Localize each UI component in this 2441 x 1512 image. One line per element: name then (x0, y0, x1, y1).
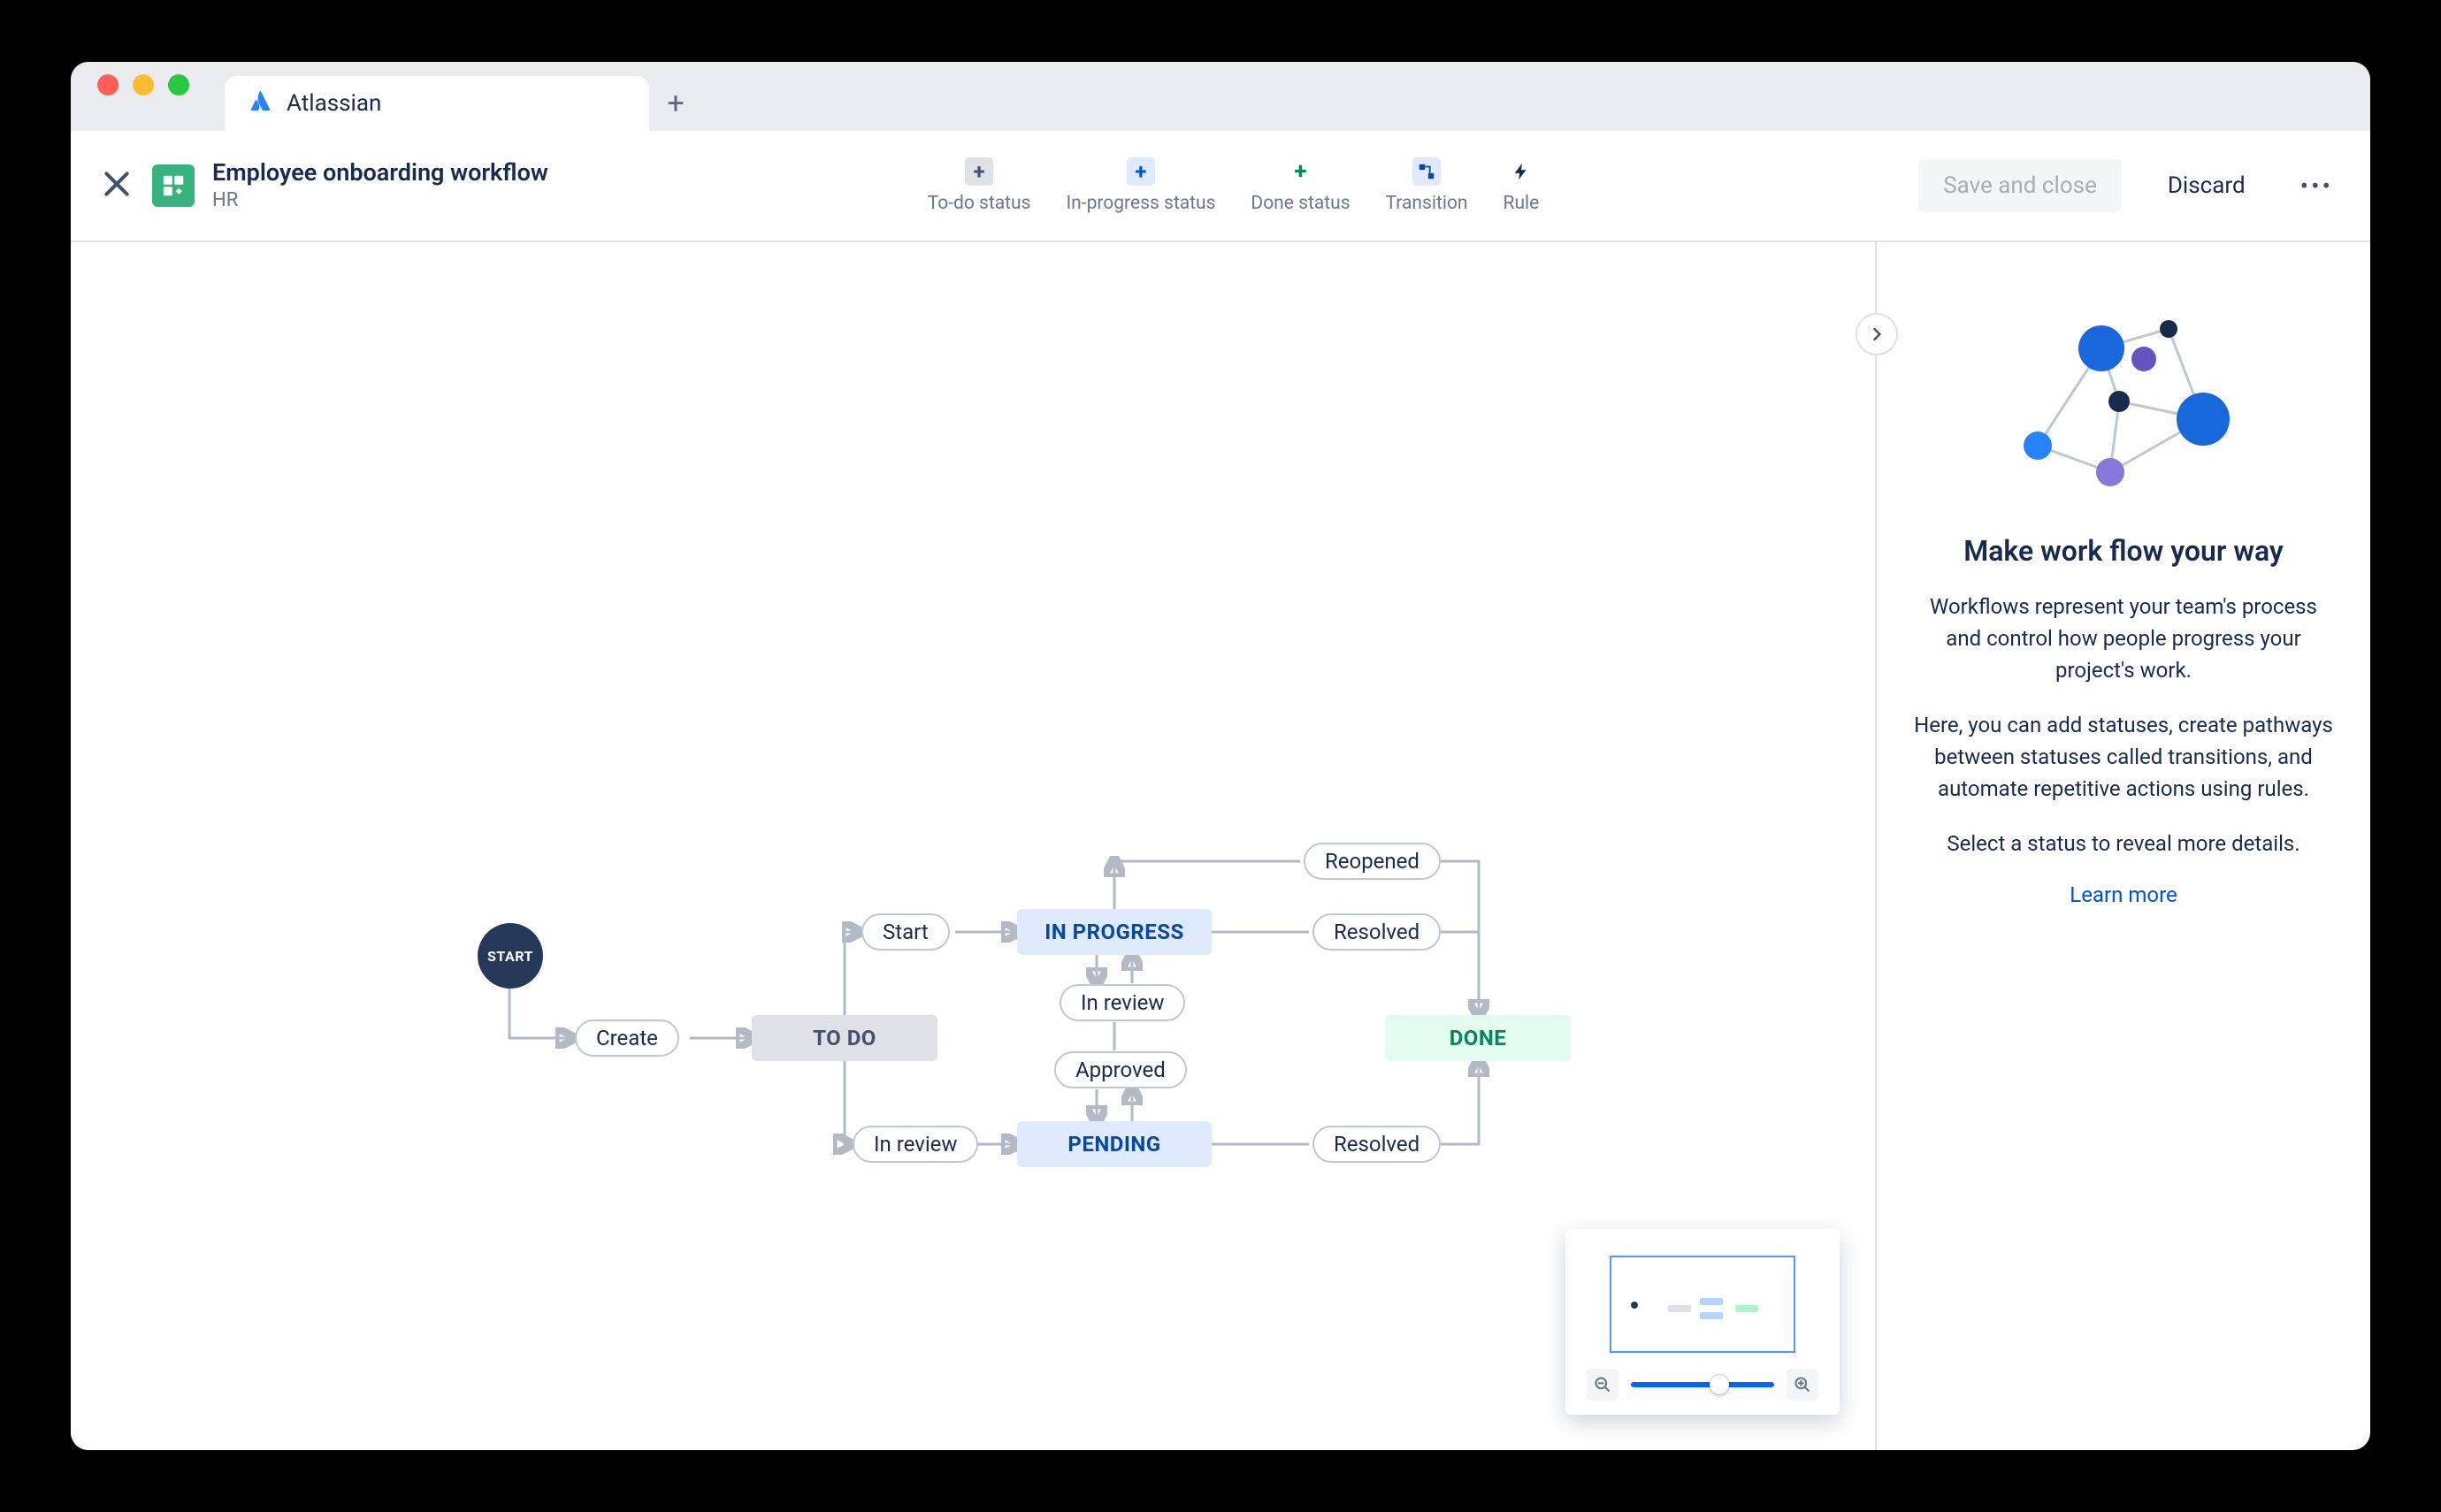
new-tab-button[interactable]: + (649, 76, 702, 131)
workflow-canvas[interactable]: START Create TO DO Start IN PROGRESS Reo… (71, 242, 1875, 1450)
toolbar-label: Rule (1504, 193, 1540, 214)
window-minimize-dot[interactable] (133, 74, 154, 95)
discard-button[interactable]: Discard (2143, 159, 2270, 212)
save-and-close-button[interactable]: Save and close (1918, 159, 2122, 212)
minimap[interactable] (1565, 1229, 1840, 1415)
transition-approved[interactable]: Approved (1054, 1051, 1187, 1088)
collapse-panel-button[interactable] (1856, 313, 1898, 355)
panel-paragraph: Workflows represent your team's process … (1912, 591, 2335, 686)
transition-resolved-bottom[interactable]: Resolved (1312, 1126, 1441, 1163)
transition-create[interactable]: Create (575, 1019, 679, 1057)
learn-more-link[interactable]: Learn more (1912, 882, 2335, 907)
zoom-in-button[interactable] (1787, 1369, 1818, 1401)
workflow-title: Employee onboarding workflow (212, 158, 548, 188)
transition-in-review[interactable]: In review (1060, 984, 1185, 1021)
toolbar-label: Done status (1251, 193, 1350, 214)
browser-tab-active[interactable]: Atlassian (225, 76, 649, 131)
zoom-out-button[interactable] (1587, 1369, 1618, 1401)
plus-icon: + (965, 157, 993, 186)
browser-window: Atlassian + Employee onboarding workflow… (71, 62, 2370, 1450)
editor-toolbar: + To-do status + In-progress status + Do… (566, 157, 1901, 214)
help-panel: Make work flow your way Workflows repres… (1875, 242, 2370, 1450)
status-done[interactable]: DONE (1385, 1015, 1571, 1061)
browser-tab-title: Atlassian (287, 90, 381, 117)
add-done-status-button[interactable]: + Done status (1251, 157, 1350, 214)
atlassian-logo-icon (249, 89, 272, 118)
transition-resolved-top[interactable]: Resolved (1312, 913, 1441, 951)
transition-reopened[interactable]: Reopened (1304, 843, 1441, 880)
toolbar-label: Transition (1386, 193, 1468, 214)
status-todo[interactable]: TO DO (752, 1015, 937, 1061)
plus-icon: + (1127, 157, 1155, 186)
window-close-dot[interactable] (97, 74, 119, 95)
status-pending[interactable]: PENDING (1017, 1121, 1212, 1167)
app-header: Employee onboarding workflow HR + To-do … (71, 131, 2370, 242)
add-todo-status-button[interactable]: + To-do status (928, 157, 1031, 214)
more-actions-button[interactable]: ••• (2292, 172, 2342, 201)
toolbar-label: In-progress status (1066, 193, 1215, 214)
add-transition-button[interactable]: Transition (1386, 157, 1468, 214)
workflow-start-node[interactable]: START (478, 923, 543, 989)
transition-start[interactable]: Start (861, 913, 950, 951)
project-name: HR (212, 188, 548, 213)
add-rule-button[interactable]: Rule (1504, 157, 1540, 214)
zoom-slider[interactable] (1631, 1382, 1774, 1387)
panel-paragraph: Here, you can add statuses, create pathw… (1912, 709, 2335, 805)
transition-in-review-left[interactable]: In review (853, 1126, 978, 1163)
panel-illustration (2004, 295, 2243, 508)
plus-icon: + (1286, 157, 1314, 186)
lightning-icon (1507, 157, 1535, 186)
project-avatar (152, 164, 195, 207)
window-controls (88, 62, 225, 131)
close-editor-button[interactable] (99, 166, 134, 205)
panel-heading: Make work flow your way (1912, 534, 2335, 568)
minimap-viewport[interactable] (1610, 1256, 1795, 1353)
panel-paragraph: Select a status to reveal more details. (1912, 828, 2335, 859)
browser-chrome: Atlassian + (71, 62, 2370, 131)
add-inprogress-status-button[interactable]: + In-progress status (1066, 157, 1215, 214)
toolbar-label: To-do status (928, 193, 1031, 214)
window-zoom-dot[interactable] (168, 74, 189, 95)
status-in-progress[interactable]: IN PROGRESS (1017, 909, 1212, 955)
transition-icon (1412, 157, 1441, 186)
